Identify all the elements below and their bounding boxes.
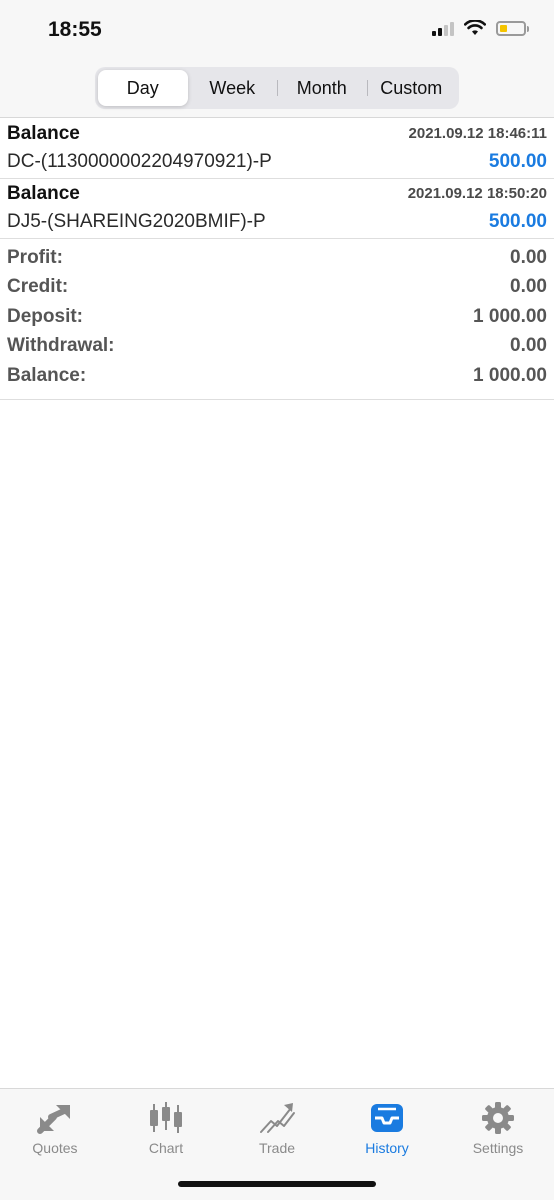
summary-row-credit: Credit: 0.00 (0, 273, 554, 303)
tab-label: Trade (258, 1140, 296, 1156)
summary-row-withdrawal: Withdrawal: 0.00 (0, 332, 554, 362)
tab-chart[interactable]: Chart (121, 1099, 211, 1156)
tab-trade[interactable]: Trade (232, 1099, 322, 1156)
deal-type: Balance (7, 123, 80, 144)
deal-amount: 500.00 (488, 151, 547, 172)
status-icons (432, 20, 529, 36)
quotes-icon (37, 1105, 70, 1134)
tab-label: Settings (472, 1140, 524, 1156)
deal-time: 2021.09.12 18:46:11 (408, 125, 547, 142)
history-icon (371, 1104, 403, 1132)
summary-value: 1 000.00 (473, 305, 547, 327)
battery-icon (496, 20, 529, 36)
cellular-signal-icon (432, 20, 454, 36)
tab-settings[interactable]: Settings (453, 1099, 543, 1156)
navigation-bar: Day Week Month Custom (0, 62, 554, 118)
deal-comment: DJ5-(SHAREING2020BMIF)-P (7, 211, 266, 232)
tab-week[interactable]: Week (188, 70, 278, 106)
summary-value: 1 000.00 (473, 364, 547, 386)
tab-label: Chart (148, 1140, 184, 1156)
history-list: Balance 2021.09.12 18:46:11 DC-(11300000… (0, 119, 554, 239)
summary-label: Profit: (7, 246, 63, 268)
list-item[interactable]: Balance 2021.09.12 18:50:20 DJ5-(SHAREIN… (0, 179, 554, 239)
tab-label: History (365, 1140, 409, 1156)
tab-quotes[interactable]: Quotes (10, 1099, 100, 1156)
wifi-icon (464, 20, 486, 35)
status-time: 18:55 (48, 18, 102, 41)
trade-icon (260, 1103, 295, 1133)
chart-icon (150, 1102, 182, 1133)
summary-label: Withdrawal: (7, 335, 115, 357)
list-item[interactable]: Balance 2021.09.12 18:46:11 DC-(11300000… (0, 119, 554, 179)
summary-row-balance: Balance: 1 000.00 (0, 361, 554, 391)
deal-type: Balance (7, 183, 80, 204)
summary-row-deposit: Deposit: 1 000.00 (0, 302, 554, 332)
deal-time: 2021.09.12 18:50:20 (407, 185, 547, 202)
tab-history[interactable]: History (342, 1099, 432, 1156)
tab-day[interactable]: Day (98, 70, 188, 106)
history-summary: Profit: 0.00 Credit: 0.00 Deposit: 1 000… (0, 243, 554, 400)
deal-comment: DC-(1130000002204970921)-P (7, 151, 272, 172)
summary-row-profit: Profit: 0.00 (0, 243, 554, 273)
tab-month[interactable]: Month (277, 70, 367, 106)
summary-label: Balance: (7, 364, 87, 386)
tab-custom[interactable]: Custom (366, 70, 457, 106)
status-bar: 18:55 (0, 0, 554, 62)
summary-value: 0.00 (510, 276, 547, 298)
deal-amount: 500.00 (488, 211, 547, 232)
tab-label: Quotes (32, 1140, 78, 1156)
settings-icon (482, 1102, 514, 1134)
summary-value: 0.00 (510, 335, 547, 357)
summary-label: Credit: (7, 276, 69, 298)
summary-label: Deposit: (7, 305, 83, 327)
period-selector: Day Week Month Custom (95, 67, 459, 109)
summary-value: 0.00 (510, 246, 547, 268)
home-indicator (178, 1181, 376, 1187)
